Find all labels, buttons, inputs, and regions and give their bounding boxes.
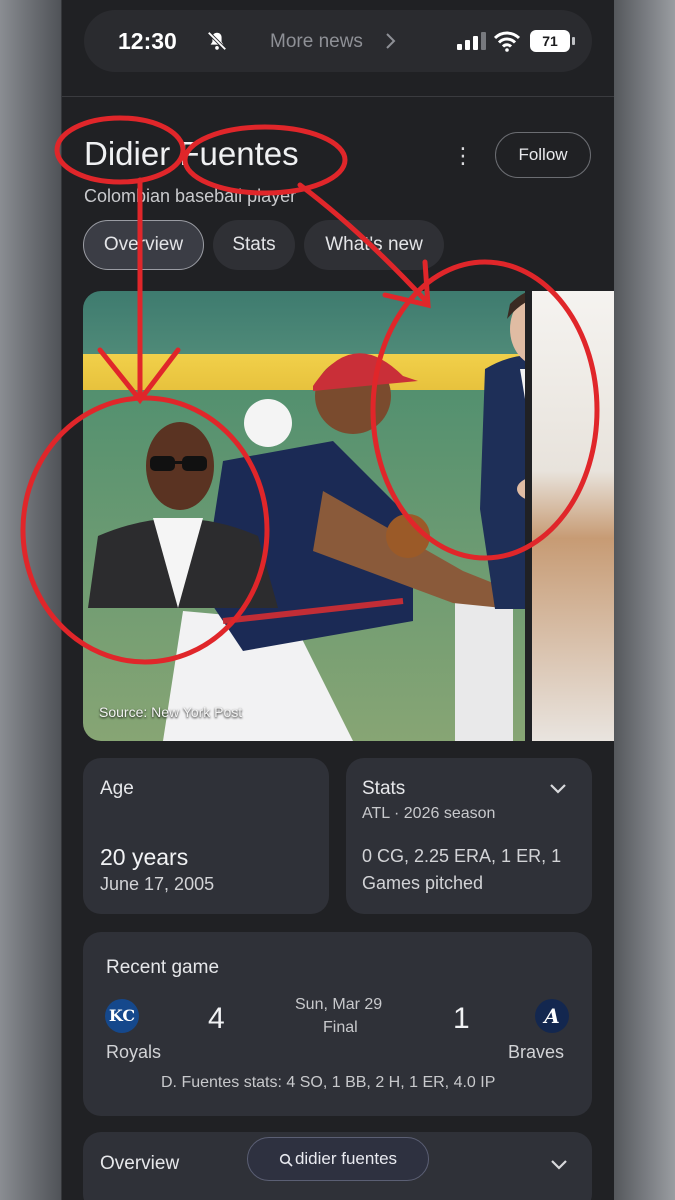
search-query-pill[interactable]: didier fuentes xyxy=(247,1137,429,1181)
home-score: 4 xyxy=(208,1002,225,1035)
hero-photo[interactable]: Source: New York Post xyxy=(83,291,525,741)
search-icon xyxy=(279,1153,293,1167)
age-value: 20 years xyxy=(100,844,189,870)
stats-label: Stats xyxy=(362,778,406,799)
royals-logo-icon: KC xyxy=(105,999,139,1033)
page-title: Didier Fuentes xyxy=(84,135,299,172)
wifi-icon xyxy=(494,31,520,52)
collage-man-sunglasses xyxy=(88,422,278,608)
search-query-text: didier fuentes xyxy=(294,1149,398,1168)
more-news-link[interactable]: More news xyxy=(270,31,363,53)
phone-screen: 12:30 More news 71 Didier Fuentes Colomb… xyxy=(62,0,614,1200)
away-score: 1 xyxy=(453,1002,470,1035)
signal-icon xyxy=(457,32,486,50)
chevron-down-icon[interactable] xyxy=(550,1159,568,1171)
chevron-right-icon xyxy=(386,33,396,49)
stats-season: ATL · 2026 season xyxy=(362,805,496,822)
battery-indicator: 71 xyxy=(530,30,575,52)
page-subtitle: Colombian baseball player xyxy=(84,186,297,206)
player-game-stats: D. Fuentes stats: 4 SO, 1 BB, 2 H, 1 ER,… xyxy=(161,1074,496,1091)
recent-game-label: Recent game xyxy=(106,957,220,978)
stats-line-2: Games pitched xyxy=(362,873,484,893)
away-team-name: Braves xyxy=(508,1042,565,1062)
tab-whats-new[interactable]: What's new xyxy=(304,220,444,270)
braves-logo-icon: A xyxy=(535,999,569,1033)
tab-overview[interactable]: Overview xyxy=(83,220,204,270)
status-bar: 12:30 More news 71 xyxy=(84,10,592,72)
stats-card[interactable]: Stats ATL · 2026 season 0 CG, 2.25 ERA, … xyxy=(346,758,592,914)
game-date: Sun, Mar 29 xyxy=(295,996,383,1013)
secondary-photo[interactable] xyxy=(532,291,614,741)
age-label: Age xyxy=(100,778,134,799)
age-card[interactable]: Age 20 years June 17, 2005 xyxy=(83,758,329,914)
game-status: Final xyxy=(323,1019,358,1036)
tab-stats[interactable]: Stats xyxy=(213,220,295,270)
birth-date: June 17, 2005 xyxy=(100,874,215,894)
chevron-down-icon[interactable] xyxy=(549,783,567,795)
more-options-icon[interactable]: ⋮ xyxy=(452,145,474,167)
follow-button[interactable]: Follow xyxy=(495,132,591,178)
home-team-name: Royals xyxy=(106,1042,162,1062)
header-divider xyxy=(62,96,614,97)
stats-line-1: 0 CG, 2.25 ERA, 1 ER, 1 xyxy=(362,846,562,866)
overview-label: Overview xyxy=(100,1153,180,1174)
status-time: 12:30 xyxy=(118,28,177,54)
image-source-caption: Source: New York Post xyxy=(99,704,243,720)
recent-game-card[interactable]: Recent game KC Royals 4 Sun, Mar 29 Fina… xyxy=(83,932,592,1116)
collage-man-suit xyxy=(480,292,525,609)
muted-bell-icon xyxy=(207,31,227,51)
